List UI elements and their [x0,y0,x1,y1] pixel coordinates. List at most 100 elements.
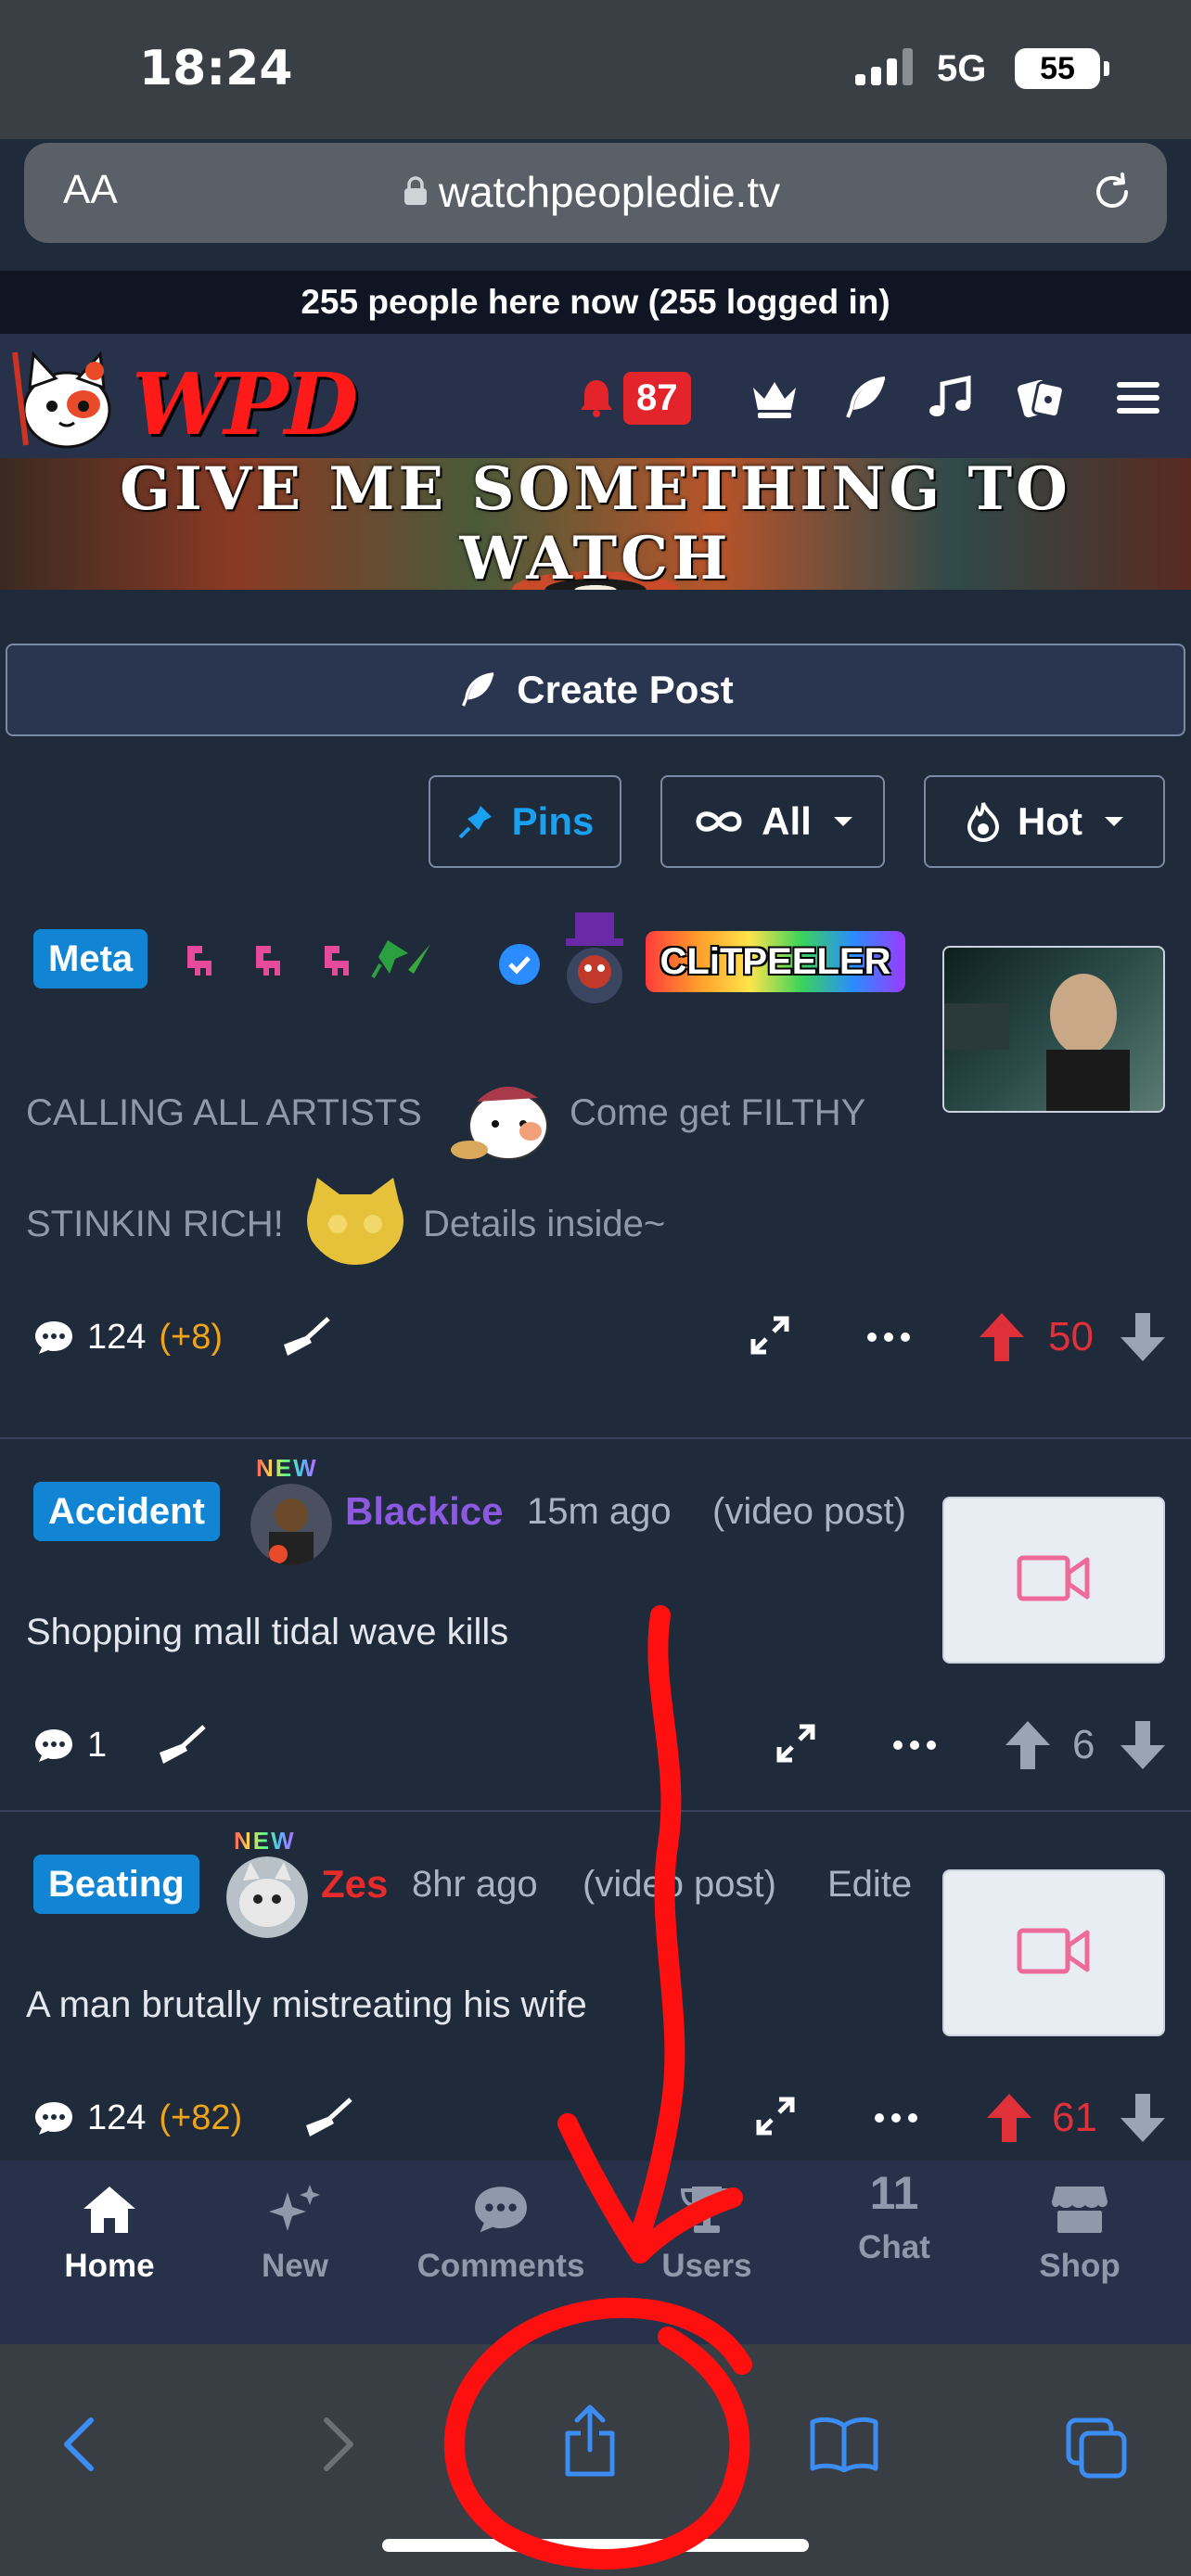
casino-icon[interactable] [1015,375,1065,421]
video-camera-icon [1017,1555,1090,1601]
site-bottom-nav: Home New Comments Users 11 Chat Shop [0,2161,1191,2344]
gold-cat-icon [307,1178,403,1265]
flame-icon [967,802,1000,842]
menu-icon[interactable] [1113,375,1163,421]
upvote-arrow-icon[interactable] [985,2092,1033,2144]
online-users-banner: 255 people here now (255 logged in) [0,271,1191,334]
comments-button[interactable]: 1 [33,1708,107,1782]
post-flair[interactable]: Accident [33,1482,220,1541]
pins-filter-button[interactable]: Pins [429,775,621,868]
notifications-button[interactable]: 87 [579,367,691,428]
nav-chat[interactable]: 11 Chat [801,2161,987,2266]
nav-comments[interactable]: Comments [408,2183,594,2285]
url-text[interactable]: watchpeopledie.tv [24,167,1167,217]
username-badge[interactable]: CLiTPEELER [646,931,905,992]
post-card[interactable]: Accident NEW Blackice 15m ago (video pos… [0,1439,1191,1812]
bell-icon [581,380,612,417]
more-options-icon[interactable] [874,2112,918,2123]
create-post-label: Create Post [517,668,734,711]
comment-count: 124 [87,2098,147,2137]
bookmarks-icon[interactable] [809,2417,879,2472]
post-title[interactable]: A man brutally mistreating his wife [26,1984,587,2026]
broom-icon[interactable] [156,1725,206,1766]
post-title-part[interactable]: CALLING ALL ARTISTS [26,1092,422,1134]
post-thumbnail[interactable] [942,1869,1165,2036]
safari-address-bar[interactable]: AA watchpeopledie.tv [24,143,1167,243]
nav-new-label: New [262,2248,328,2284]
upvote-arrow-icon[interactable] [978,1311,1026,1363]
expand-icon[interactable] [755,2096,796,2136]
downvote-arrow-icon[interactable] [1119,2092,1167,2144]
post-kind: (video post) [583,1864,776,1905]
broom-icon[interactable] [280,1317,330,1358]
chat-count: 11 [869,2167,919,2219]
site-logo-text[interactable]: WPD [132,354,358,454]
post-flair[interactable]: Meta [33,929,148,988]
site-logo-cat-icon[interactable] [6,343,126,453]
tabs-icon[interactable] [1065,2417,1128,2480]
all-filter-dropdown[interactable]: All [660,775,885,868]
post-age: 8hr ago [412,1864,538,1905]
comment-icon [35,1729,72,1762]
post-kind: (video post) [712,1491,906,1532]
post-title-part[interactable]: Come get FILTHY [570,1092,865,1134]
notification-count-badge: 87 [623,371,691,425]
nav-users-label: Users [661,2248,752,2284]
status-time: 18:24 [139,41,293,96]
expand-icon[interactable] [749,1315,790,1356]
post-actions: 1 6 [0,1708,1191,1782]
username[interactable]: Blackice [345,1489,503,1534]
more-options-icon[interactable] [892,1740,937,1751]
nav-shop[interactable]: Shop [987,2183,1172,2285]
broom-icon[interactable] [302,2098,352,2138]
post-title-part[interactable]: Details inside~ [423,1204,665,1245]
nav-home[interactable]: Home [17,2183,202,2285]
nav-new[interactable]: New [202,2183,388,2285]
post-thumbnail[interactable] [942,946,1165,1113]
share-icon[interactable] [560,2404,620,2478]
verified-badge-icon [499,944,540,985]
downvote-arrow-icon[interactable] [1119,1719,1167,1771]
site-navbar: WPD 87 [0,334,1191,458]
nav-home-label: Home [64,2248,155,2284]
forward-chevron-icon[interactable] [315,2417,360,2472]
site-banner-image[interactable]: GIVE ME SOMETHING TO WATCH [0,458,1191,590]
back-chevron-icon[interactable] [58,2417,102,2472]
post-edited: Edite [827,1864,913,1905]
comment-icon [475,2187,527,2233]
post-title-part[interactable]: STINKIN RICH! [26,1204,284,1245]
store-icon [1052,2187,1108,2233]
user-avatar[interactable] [553,912,636,1005]
music-icon[interactable] [926,375,976,421]
downvote-arrow-icon[interactable] [1119,1311,1167,1363]
expand-icon[interactable] [775,1723,816,1764]
avatar-image [566,912,623,1003]
reload-icon[interactable] [1089,169,1135,215]
more-options-icon[interactable] [866,1332,911,1343]
user-avatar[interactable] [226,1856,308,1938]
artist-cat-icon [451,1086,548,1160]
post-flair[interactable]: Beating [33,1855,199,1914]
post-card[interactable]: Meta CLiTPEELER CALLING ALL ARTISTS Come… [0,892,1191,1439]
post-thumbnail[interactable] [942,1497,1165,1664]
nav-users[interactable]: Users [614,2183,800,2285]
comment-delta: (+82) [159,2098,243,2137]
pins-label: Pins [511,799,595,843]
username[interactable]: Zes [321,1862,388,1906]
feather-icon[interactable] [840,375,890,421]
avatar-image [250,1484,332,1565]
infinity-icon [696,811,742,832]
user-avatar[interactable] [250,1484,332,1565]
post-score: 6 [1072,1722,1095,1767]
post-title[interactable]: Shopping mall tidal wave kills [26,1612,508,1653]
crown-icon[interactable] [749,375,800,421]
create-post-button[interactable]: Create Post [6,644,1185,736]
comment-count: 124 [87,1317,147,1357]
upvote-arrow-icon[interactable] [1004,1719,1052,1771]
thumbnail-image [944,974,1130,1111]
comments-button[interactable]: 124 (+8) [33,1300,223,1374]
post-score: 50 [1048,1314,1094,1359]
comments-button[interactable]: 124 (+82) [33,2081,242,2155]
post-card[interactable]: Beating NEW Zes 8hr ago (video post) Edi… [0,1812,1191,2161]
hot-sort-dropdown[interactable]: Hot [924,775,1165,868]
